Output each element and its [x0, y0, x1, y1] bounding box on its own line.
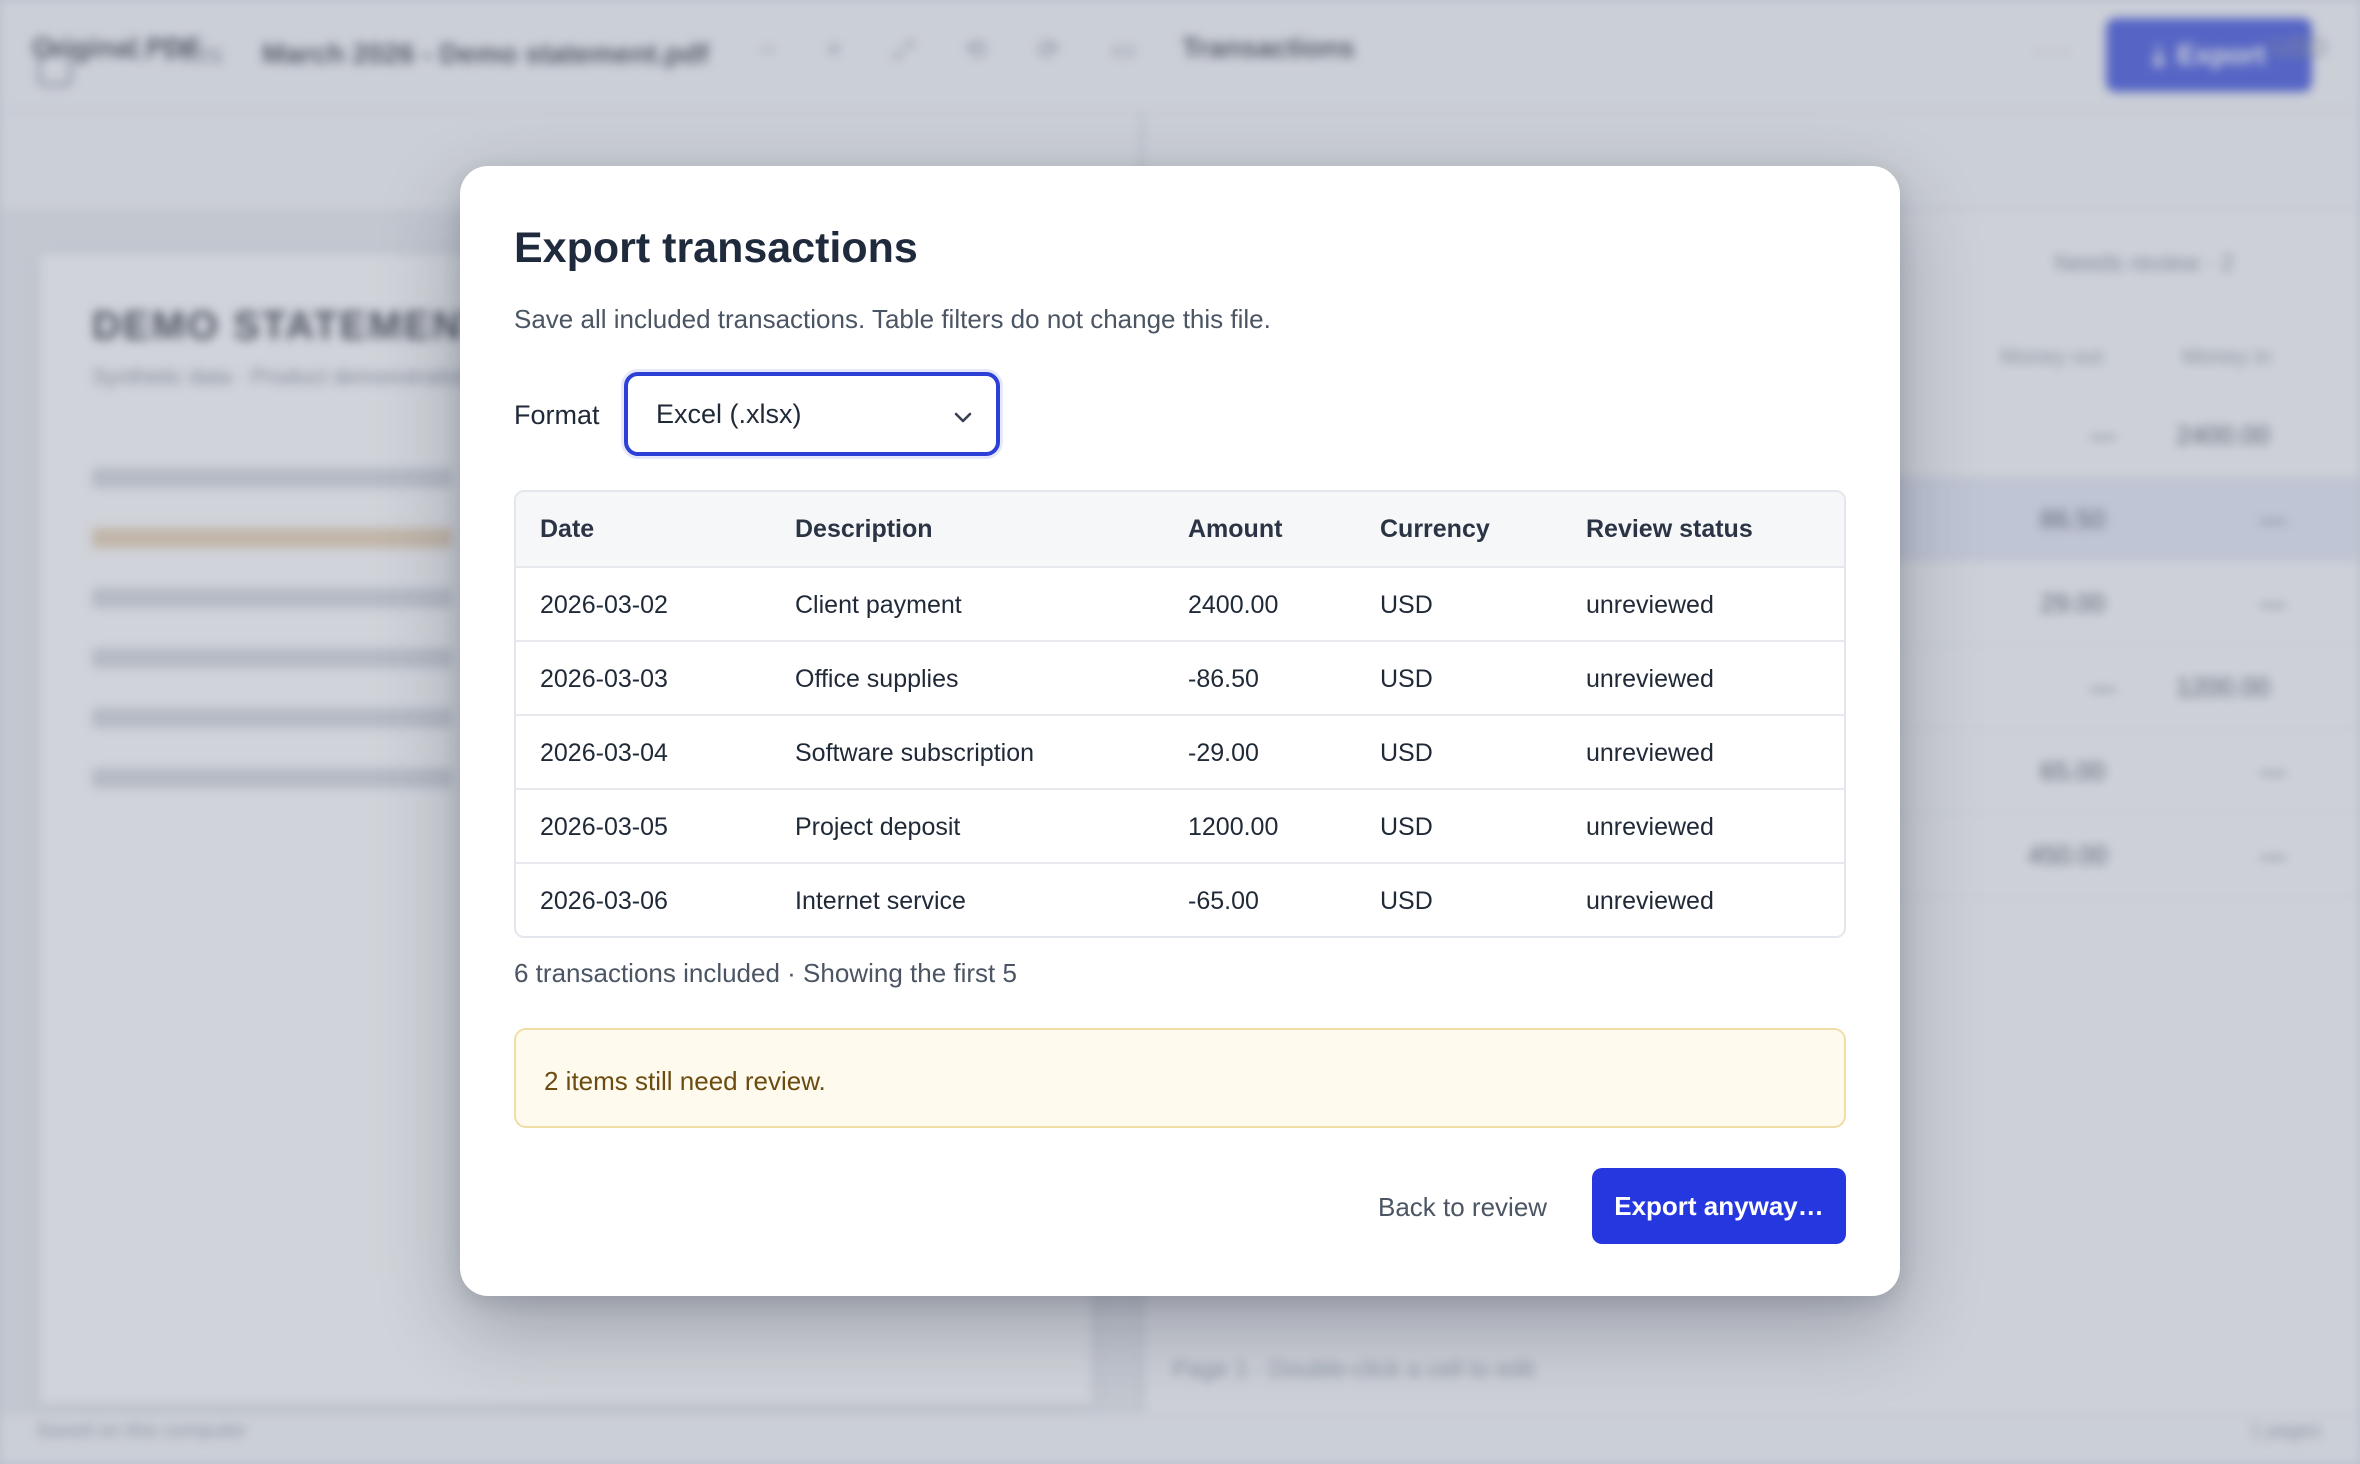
cell-date: 2026-03-05 [540, 813, 668, 841]
transaction-count-note: 6 transactions included · Showing the fi… [514, 958, 1017, 988]
cell-description: Project deposit [795, 813, 961, 841]
export-anyway-button[interactable]: Export anyway… [1592, 1168, 1846, 1244]
table-row: 2026-03-04 Software subscription -29.00 … [516, 714, 1844, 788]
cell-currency: USD [1380, 887, 1433, 915]
cell-description: Internet service [795, 887, 966, 915]
cell-date: 2026-03-04 [540, 739, 668, 767]
preview-table: Date Description Amount Currency Review … [514, 490, 1846, 938]
table-row: 2026-03-05 Project deposit 1200.00 USD u… [516, 788, 1844, 862]
table-header-row: Date Description Amount Currency Review … [516, 492, 1844, 566]
header-currency: Currency [1380, 515, 1490, 543]
cell-date: 2026-03-06 [540, 887, 668, 915]
cell-amount: -86.50 [1188, 665, 1259, 693]
table-row: 2026-03-06 Internet service -65.00 USD u… [516, 862, 1844, 936]
review-warning-text: 2 items still need review. [544, 1066, 826, 1096]
cell-review-status: unreviewed [1586, 739, 1714, 767]
cell-currency: USD [1380, 665, 1433, 693]
cell-amount: 2400.00 [1188, 591, 1279, 619]
cell-currency: USD [1380, 813, 1433, 841]
cell-currency: USD [1380, 591, 1433, 619]
header-review-status: Review status [1586, 515, 1753, 543]
cell-amount: -29.00 [1188, 739, 1259, 767]
cell-amount: -65.00 [1188, 887, 1259, 915]
cell-review-status: unreviewed [1586, 887, 1714, 915]
cell-review-status: unreviewed [1586, 591, 1714, 619]
format-label: Format [514, 400, 600, 430]
cell-description: Software subscription [795, 739, 1035, 767]
back-to-review-button[interactable]: Back to review [1378, 1192, 1547, 1223]
cell-description: Client payment [795, 591, 962, 619]
header-date: Date [540, 515, 595, 543]
table-row: 2026-03-02 Client payment 2400.00 USD un… [516, 566, 1844, 640]
dialog-title: Export transactions [514, 224, 918, 272]
format-selected-value: Excel (.xlsx) [656, 398, 802, 429]
cell-currency: USD [1380, 739, 1433, 767]
chevron-down-icon [954, 412, 972, 423]
cell-review-status: unreviewed [1586, 813, 1714, 841]
cell-date: 2026-03-03 [540, 665, 668, 693]
cell-amount: 1200.00 [1188, 813, 1279, 841]
dialog-subtitle: Save all included transactions. Table fi… [514, 304, 1271, 334]
table-row: 2026-03-03 Office supplies -86.50 USD un… [516, 640, 1844, 714]
header-description: Description [795, 515, 933, 543]
cell-date: 2026-03-02 [540, 591, 668, 619]
export-dialog: Export transactions Save all included tr… [460, 166, 1900, 1296]
cell-description: Office supplies [795, 665, 959, 693]
review-warning: 2 items still need review. [514, 1028, 1846, 1128]
header-amount: Amount [1188, 515, 1283, 543]
format-select[interactable]: Excel (.xlsx) [624, 372, 1000, 456]
cell-review-status: unreviewed [1586, 665, 1714, 693]
